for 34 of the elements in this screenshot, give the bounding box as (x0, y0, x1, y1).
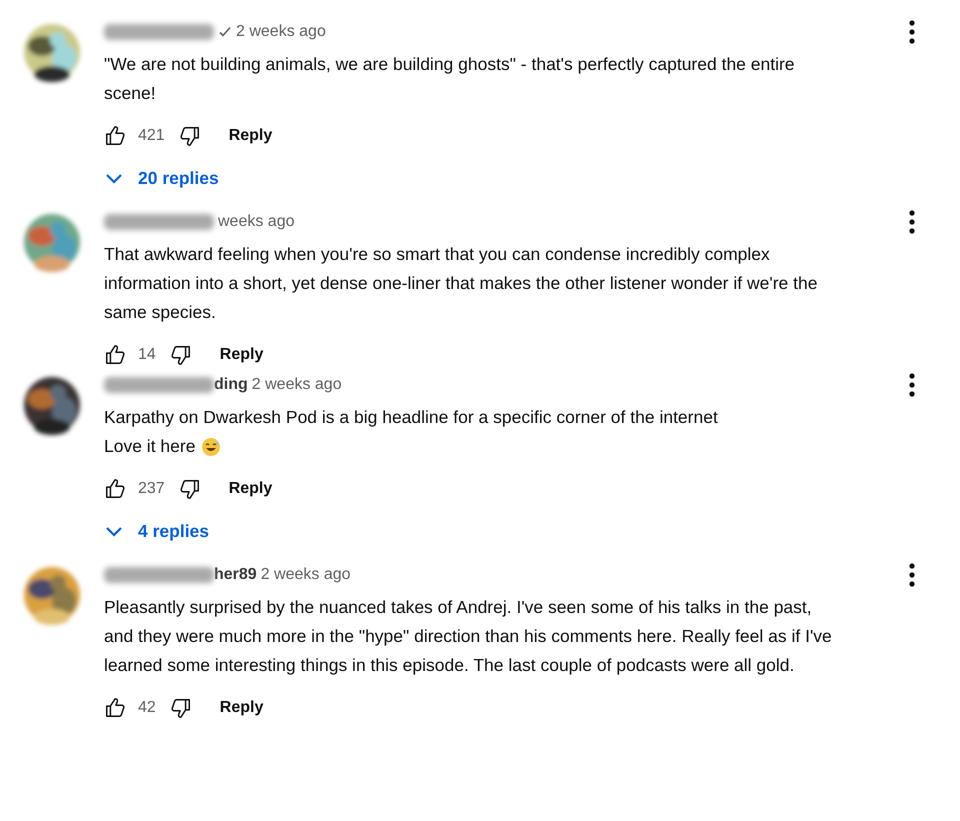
like-count: 421 (138, 127, 165, 145)
thumbs-up-icon[interactable] (104, 697, 126, 719)
comment-text: and they were much more in the "hype" direction than his comments here. Really feel as if I've (104, 625, 832, 648)
comment-text: information into a short, yet dense one-liner that makes the other listener wonder if we're the (104, 272, 818, 295)
timestamp: 2 weeks ago (260, 566, 351, 584)
thumbs-up-icon[interactable] (104, 125, 126, 147)
thumbs-down-icon[interactable] (170, 344, 192, 366)
thumbs-up-icon[interactable] (104, 344, 126, 366)
like-count: 42 (138, 699, 156, 717)
timestamp: 2 weeks ago (236, 23, 326, 41)
comment-text: Pleasantly surprised by the nuanced takes of Andrej. I've seen some of his talks in the past, (104, 596, 812, 619)
comment-text: scene! (104, 82, 156, 105)
reply-button[interactable]: Reply (212, 695, 272, 721)
comment-text: "We are not building animals, we are building ghosts" - that's perfectly captured the entire (104, 53, 795, 76)
comment-text: learned some interesting things in this episode. The last couple of podcasts were all gold. (104, 654, 794, 677)
replies-toggle[interactable]: 4 replies (104, 519, 210, 544)
like-count: 237 (138, 480, 165, 498)
reply-button[interactable]: Reply (220, 476, 280, 502)
replies-toggle[interactable]: 20 replies (104, 166, 219, 191)
comment-text: That awkward feeling when you're so smart that you can condense incredibly complex (104, 243, 770, 266)
comment-text: same species. (104, 301, 216, 324)
thumbs-up-icon[interactable] (104, 478, 126, 500)
comment-text: Karpathy on Dwarkesh Pod is a big headline for a specific corner of the internet (104, 406, 718, 429)
username: ding (214, 376, 248, 394)
comment-text: Love it here (104, 435, 196, 458)
username: her89 (214, 566, 257, 584)
thumbs-down-icon[interactable] (178, 125, 201, 147)
thumbs-down-icon[interactable] (170, 697, 192, 719)
reply-button[interactable]: Reply (220, 123, 280, 149)
like-count: 14 (138, 346, 156, 364)
timestamp: weeks ago (218, 213, 294, 231)
timestamp: 2 weeks ago (252, 376, 342, 394)
reply-button[interactable]: Reply (212, 342, 272, 368)
thumbs-down-icon[interactable] (178, 478, 201, 500)
